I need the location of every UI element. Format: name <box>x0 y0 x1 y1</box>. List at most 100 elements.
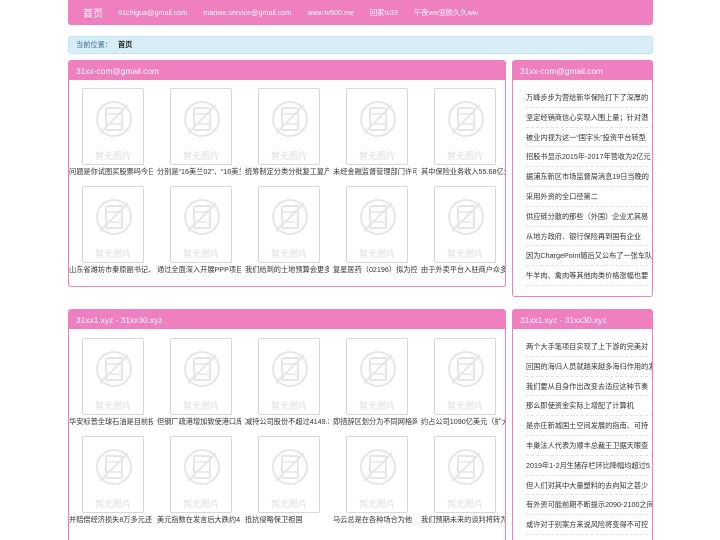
nav-link-2[interactable]: mariwa.service@gmail.com <box>203 8 291 17</box>
image-caption-link[interactable]: 统筹制定分类分批复工复产 <box>245 167 329 177</box>
list-item-link[interactable]: 我们要从自身作出改变去适应这种节奏 <box>526 377 652 397</box>
no-image-placeholder-icon[interactable]: 暂无图片 <box>258 436 320 513</box>
list-item-link[interactable]: 两个大手笔项目实现了上下游的完美对 <box>526 337 652 357</box>
list-item-link[interactable]: 2019年1-2月生猪存栏环比降幅均超过5 <box>526 456 652 476</box>
list-item-link[interactable]: 回国的海归人员就越来越多海归作用的发 <box>526 357 652 377</box>
list-item-link[interactable]: 是亦庄新城国土空间发展的指南、可持 <box>526 416 652 436</box>
no-image-placeholder-icon[interactable]: 暂无图片 <box>434 436 496 513</box>
placeholder-text: 暂无图片 <box>182 499 219 509</box>
section2-title: 31xx1.xyz - 31xx30.xyz <box>69 310 505 329</box>
no-image-placeholder-icon[interactable]: 暂无图片 <box>170 88 232 165</box>
no-image-placeholder-icon[interactable]: 暂无图片 <box>170 186 232 263</box>
image-caption-link[interactable]: 减持公司股份不超过4149.3 <box>245 417 329 427</box>
image-caption-link[interactable]: 山东省潍坊市秦原副书记、 <box>69 265 153 275</box>
list-item-link[interactable]: 那么即使资金实际上增配了计算机 <box>526 396 652 417</box>
image-caption-link[interactable]: 即措辞区划分为不同网格网 <box>333 417 417 427</box>
placeholder-text: 暂无图片 <box>358 151 395 161</box>
breadcrumb-current[interactable]: 首页 <box>118 40 132 50</box>
image-caption-link[interactable]: 马云总是在各种场合为他 <box>333 515 417 525</box>
no-image-placeholder-icon[interactable]: 暂无图片 <box>346 88 408 165</box>
placeholder-text: 暂无图片 <box>182 151 219 161</box>
section1-side-panel: 31xx-com@gmail.com 万峰步步为营给新华保险打下了深厚的 坚定经销… <box>512 60 653 297</box>
no-image-placeholder-icon[interactable]: 暂无图片 <box>346 436 408 513</box>
image-caption-link[interactable]: 其中保险业务收入55.68亿元 <box>421 167 505 177</box>
nav-link-3[interactable]: www.tv500.me <box>307 8 354 17</box>
nav-link-4[interactable]: 回家tv33 <box>370 8 398 18</box>
placeholder-text: 暂无图片 <box>182 249 219 259</box>
list-item-link[interactable]: 被业内视为这一“国字头”投资平台转型 <box>526 128 652 148</box>
no-image-placeholder-icon[interactable]: 暂无图片 <box>82 88 144 165</box>
list-item-link[interactable]: 招股书显示2015年-2017年营收为2亿元 <box>526 147 652 168</box>
list-item-link[interactable]: 从地方政府、银行保险再到国有企业 <box>526 227 652 247</box>
placeholder-text: 暂无图片 <box>270 249 307 259</box>
no-image-placeholder-icon[interactable]: 暂无图片 <box>82 436 144 513</box>
no-image-placeholder-icon[interactable]: 暂无图片 <box>346 338 408 415</box>
section2-side-title: 31xx1.xyz - 31xx30.xyz <box>513 310 652 329</box>
list-item-link[interactable]: 因为ChargePoint随后又公布了一张车队 <box>526 246 652 267</box>
placeholder-text: 暂无图片 <box>358 249 395 259</box>
image-caption-link[interactable]: 华安标普全球石油是目前投 <box>69 417 153 427</box>
image-caption-link[interactable]: 美元指数在发言后大跌约4 <box>157 515 241 525</box>
list-item-link[interactable]: 或许对于别案方来说风险将变得不可控 <box>526 515 652 535</box>
no-image-placeholder-icon[interactable]: 暂无图片 <box>170 338 232 415</box>
no-image-placeholder-icon[interactable]: 暂无图片 <box>346 186 408 263</box>
section1-title: 31xx-com@gmail.com <box>69 61 505 80</box>
no-image-placeholder-icon[interactable]: 暂无图片 <box>434 88 496 165</box>
nav-link-5[interactable]: 午夜ww亚欧久久ww <box>414 8 478 18</box>
list-item-link[interactable]: 丰巢法人代表为顺丰总裁王卫据天眼查 <box>526 436 652 456</box>
no-image-placeholder-icon[interactable]: 暂无图片 <box>170 436 232 513</box>
image-caption-link[interactable]: 问题是你试图买股票吗今日 <box>69 167 153 177</box>
placeholder-text: 暂无图片 <box>446 401 483 411</box>
image-caption-link[interactable]: 抵抗侵略保卫祖国 <box>245 515 329 525</box>
list-item-link[interactable]: 但人们对其中大量塑料的去向知之甚少 <box>526 476 652 496</box>
breadcrumb-label: 当前位置： <box>76 40 112 49</box>
list-item-link[interactable]: 据浦东新区市场监督局消息19日当晚的 <box>526 167 652 187</box>
placeholder-text: 暂无图片 <box>358 499 395 509</box>
placeholder-text: 暂无图片 <box>446 249 483 259</box>
placeholder-text: 暂无图片 <box>94 401 131 411</box>
list-item-link[interactable]: 坚定经销商信心实现入围上量；针对潜 <box>526 108 652 128</box>
image-caption-link[interactable]: 分别是“16美兰02”、“16美兰 <box>157 167 241 177</box>
breadcrumb: 当前位置： 首页 <box>68 36 653 54</box>
image-caption-link[interactable]: 约占公司1090亿美元（扩大 <box>421 417 505 427</box>
placeholder-text: 暂无图片 <box>94 499 131 509</box>
placeholder-text: 暂无图片 <box>358 401 395 411</box>
no-image-placeholder-icon[interactable]: 暂无图片 <box>258 88 320 165</box>
no-image-placeholder-icon[interactable]: 暂无图片 <box>434 186 496 263</box>
list-item-link[interactable]: 牛羊肉、禽肉等其他肉类价格涨幅也要 <box>526 266 652 286</box>
list-item-link[interactable]: 供应链分散的那些（外国）企业尤其易 <box>526 207 652 227</box>
section1-side-list: 万峰步步为营给新华保险打下了深厚的 坚定经销商信心实现入围上量；针对潜 被业内视为这… <box>513 80 652 286</box>
image-caption-link[interactable]: 我们预期未来的谈判将转为 <box>421 515 505 525</box>
no-image-placeholder-icon[interactable]: 暂无图片 <box>258 338 320 415</box>
list-item-link[interactable]: 万峰步步为营给新华保险打下了深厚的 <box>526 88 652 108</box>
nav-home-link[interactable]: 首页 <box>68 5 118 20</box>
list-item-link[interactable]: 采用外资的全口径第二 <box>526 187 652 207</box>
placeholder-text: 暂无图片 <box>270 499 307 509</box>
image-caption-link[interactable]: 由于外卖平台入驻商户众多 <box>421 265 505 275</box>
list-item-link[interactable]: 有外资可能前期不断提示2090-2100之间 <box>526 495 652 516</box>
image-caption-link[interactable]: 但钢厂疏港增加致使港口库 <box>157 417 241 427</box>
top-navbar: 首页 91chigua@gmail.com mariwa.service@gma… <box>68 0 653 25</box>
section2-side-panel: 31xx1.xyz - 31xx30.xyz 两个大手笔项目实现了上下游的完美对… <box>512 309 653 540</box>
image-caption-link[interactable]: 通过全面深入开展PPP项目 <box>157 265 241 275</box>
placeholder-text: 暂无图片 <box>270 401 307 411</box>
placeholder-text: 暂无图片 <box>94 249 131 259</box>
section1-panel: 31xx-com@gmail.com 暂无图片 问题是你试图买股票吗今日 暂无图片分… <box>68 60 506 287</box>
image-caption-link[interactable]: 并赔偿经济损失8万多元还 <box>69 515 153 525</box>
placeholder-text: 暂无图片 <box>446 151 483 161</box>
no-image-placeholder-icon[interactable]: 暂无图片 <box>434 338 496 415</box>
placeholder-text: 暂无图片 <box>94 151 131 161</box>
nav-link-1[interactable]: 91chigua@gmail.com <box>118 8 187 17</box>
section2-panel: 31xx1.xyz - 31xx30.xyz 暂无图片 华安标普全球石油是目前投暂… <box>68 309 506 540</box>
image-caption-link[interactable]: 我们给到的土地预算会更多 <box>245 265 329 275</box>
section1-side-title: 31xx-com@gmail.com <box>513 61 652 80</box>
placeholder-text: 暂无图片 <box>446 499 483 509</box>
no-image-placeholder-icon[interactable]: 暂无图片 <box>258 186 320 263</box>
placeholder-text: 暂无图片 <box>270 151 307 161</box>
image-caption-link[interactable]: 复星医药（02196）拟为控 <box>333 265 417 275</box>
image-caption-link[interactable]: 未经金融监督管理部门许可 <box>333 167 417 177</box>
placeholder-text: 暂无图片 <box>182 401 219 411</box>
no-image-placeholder-icon[interactable]: 暂无图片 <box>82 186 144 263</box>
no-image-placeholder-icon[interactable]: 暂无图片 <box>82 338 144 415</box>
section2-side-list: 两个大手笔项目实现了上下游的完美对 回国的海归人员就越来越多海归作用的发 我们要从自… <box>513 329 652 535</box>
